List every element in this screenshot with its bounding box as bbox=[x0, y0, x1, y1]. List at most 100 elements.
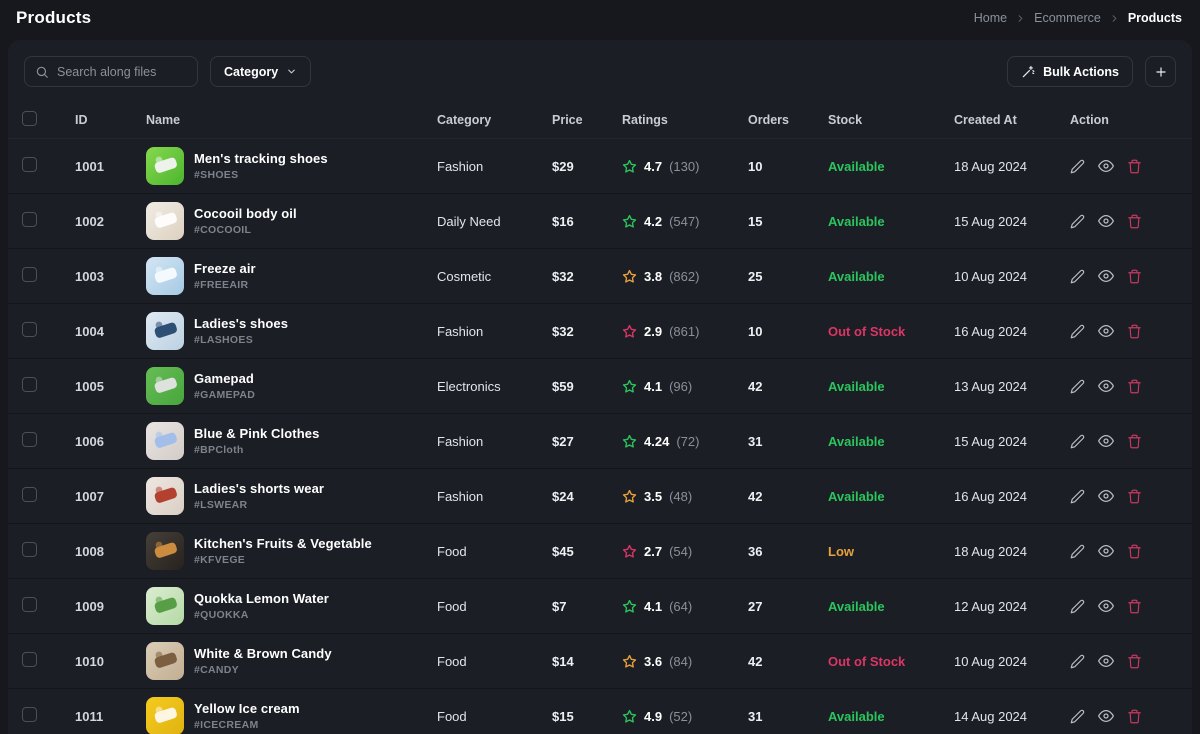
view-button[interactable] bbox=[1098, 323, 1114, 339]
view-button[interactable] bbox=[1098, 213, 1114, 229]
delete-button[interactable] bbox=[1127, 324, 1142, 339]
row-actions bbox=[1070, 488, 1178, 504]
product-orders: 15 bbox=[748, 214, 828, 229]
view-button[interactable] bbox=[1098, 378, 1114, 394]
rating-value: 4.9 bbox=[644, 709, 662, 724]
pencil-icon bbox=[1070, 709, 1085, 724]
row-checkbox[interactable] bbox=[22, 377, 37, 392]
view-button[interactable] bbox=[1098, 653, 1114, 669]
created-at: 15 Aug 2024 bbox=[954, 434, 1070, 449]
product-thumbnail bbox=[146, 532, 184, 570]
pencil-icon bbox=[1070, 599, 1085, 614]
product-rating: 3.5 (48) bbox=[622, 489, 748, 504]
table-row: 1011 Yellow Ice cream #ICECREAM Food $15… bbox=[8, 689, 1192, 734]
created-at: 10 Aug 2024 bbox=[954, 654, 1070, 669]
search-input[interactable] bbox=[57, 65, 187, 79]
row-checkbox[interactable] bbox=[22, 157, 37, 172]
row-checkbox[interactable] bbox=[22, 707, 37, 722]
row-checkbox[interactable] bbox=[22, 487, 37, 502]
trash-icon bbox=[1127, 654, 1142, 669]
trash-icon bbox=[1127, 269, 1142, 284]
row-checkbox[interactable] bbox=[22, 652, 37, 667]
bulk-actions-button[interactable]: Bulk Actions bbox=[1007, 56, 1133, 87]
row-checkbox[interactable] bbox=[22, 597, 37, 612]
product-thumbnail bbox=[146, 312, 184, 350]
eye-icon bbox=[1098, 323, 1114, 339]
view-button[interactable] bbox=[1098, 433, 1114, 449]
stock-status: Out of Stock bbox=[828, 324, 954, 339]
edit-button[interactable] bbox=[1070, 654, 1085, 669]
col-header-action: Action bbox=[1070, 113, 1178, 127]
rating-count: (52) bbox=[669, 709, 692, 724]
edit-button[interactable] bbox=[1070, 269, 1085, 284]
edit-button[interactable] bbox=[1070, 434, 1085, 449]
row-checkbox[interactable] bbox=[22, 322, 37, 337]
stock-status: Out of Stock bbox=[828, 654, 954, 669]
view-button[interactable] bbox=[1098, 158, 1114, 174]
breadcrumb-home[interactable]: Home bbox=[974, 11, 1007, 25]
pencil-icon bbox=[1070, 654, 1085, 669]
row-checkbox[interactable] bbox=[22, 542, 37, 557]
product-orders: 27 bbox=[748, 599, 828, 614]
delete-button[interactable] bbox=[1127, 159, 1142, 174]
row-checkbox[interactable] bbox=[22, 212, 37, 227]
edit-button[interactable] bbox=[1070, 159, 1085, 174]
breadcrumb-ecommerce[interactable]: Ecommerce bbox=[1034, 11, 1101, 25]
product-price: $59 bbox=[552, 379, 622, 394]
category-filter-button[interactable]: Category bbox=[210, 56, 311, 87]
eye-icon bbox=[1098, 653, 1114, 669]
edit-button[interactable] bbox=[1070, 214, 1085, 229]
product-tag: #KFVEGE bbox=[194, 554, 372, 566]
view-button[interactable] bbox=[1098, 708, 1114, 724]
delete-button[interactable] bbox=[1127, 709, 1142, 724]
edit-button[interactable] bbox=[1070, 489, 1085, 504]
view-button[interactable] bbox=[1098, 488, 1114, 504]
add-product-button[interactable] bbox=[1145, 56, 1176, 87]
product-price: $45 bbox=[552, 544, 622, 559]
stock-status: Available bbox=[828, 709, 954, 724]
product-orders: 36 bbox=[748, 544, 828, 559]
delete-button[interactable] bbox=[1127, 599, 1142, 614]
product-price: $7 bbox=[552, 599, 622, 614]
col-header-name: Name bbox=[146, 113, 437, 127]
delete-button[interactable] bbox=[1127, 489, 1142, 504]
delete-button[interactable] bbox=[1127, 214, 1142, 229]
view-button[interactable] bbox=[1098, 598, 1114, 614]
product-category: Food bbox=[437, 709, 552, 724]
rating-count: (64) bbox=[669, 599, 692, 614]
product-name: Ladies's shoes bbox=[194, 316, 288, 331]
edit-button[interactable] bbox=[1070, 324, 1085, 339]
delete-button[interactable] bbox=[1127, 269, 1142, 284]
delete-button[interactable] bbox=[1127, 379, 1142, 394]
delete-button[interactable] bbox=[1127, 654, 1142, 669]
row-checkbox[interactable] bbox=[22, 267, 37, 282]
view-button[interactable] bbox=[1098, 268, 1114, 284]
product-rating: 4.9 (52) bbox=[622, 709, 748, 724]
row-checkbox[interactable] bbox=[22, 432, 37, 447]
pencil-icon bbox=[1070, 269, 1085, 284]
product-thumbnail bbox=[146, 642, 184, 680]
product-orders: 31 bbox=[748, 434, 828, 449]
view-button[interactable] bbox=[1098, 543, 1114, 559]
edit-button[interactable] bbox=[1070, 599, 1085, 614]
edit-button[interactable] bbox=[1070, 709, 1085, 724]
product-id: 1006 bbox=[75, 434, 146, 449]
trash-icon bbox=[1127, 544, 1142, 559]
star-icon bbox=[622, 599, 637, 614]
edit-button[interactable] bbox=[1070, 379, 1085, 394]
star-icon bbox=[622, 434, 637, 449]
delete-button[interactable] bbox=[1127, 544, 1142, 559]
product-rating: 3.8 (862) bbox=[622, 269, 748, 284]
rating-count: (96) bbox=[669, 379, 692, 394]
stock-status: Available bbox=[828, 599, 954, 614]
edit-button[interactable] bbox=[1070, 544, 1085, 559]
eye-icon bbox=[1098, 598, 1114, 614]
search-field[interactable] bbox=[24, 56, 198, 87]
star-icon bbox=[622, 709, 637, 724]
product-category: Fashion bbox=[437, 324, 552, 339]
delete-button[interactable] bbox=[1127, 434, 1142, 449]
table-row: 1008 Kitchen's Fruits & Vegetable #KFVEG… bbox=[8, 524, 1192, 579]
chevron-right-icon bbox=[1015, 13, 1026, 24]
select-all-checkbox[interactable] bbox=[22, 111, 37, 126]
trash-icon bbox=[1127, 324, 1142, 339]
